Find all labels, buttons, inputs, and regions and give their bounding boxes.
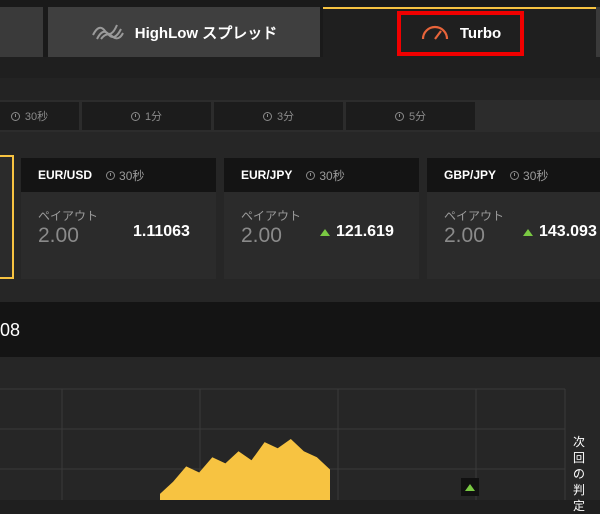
trend-up-icon [465, 483, 475, 491]
asset-expiry-label: 30秒 [523, 168, 549, 183]
speedometer-icon [420, 21, 450, 46]
selected-asset-card-partial[interactable] [0, 155, 14, 279]
asset-card-row: EUR/USD 30秒 ペイアウト 2.00 1.11063 EUR/JPY 3… [0, 132, 600, 302]
price-area-series [160, 439, 330, 500]
clock-icon [306, 170, 316, 180]
duration-label: 30秒 [24, 111, 49, 123]
clock-icon [262, 111, 272, 121]
tab-previous-stub[interactable] [0, 7, 43, 57]
asset-card-eurusd[interactable]: EUR/USD 30秒 ペイアウト 2.00 1.11063 [21, 158, 216, 279]
clock-icon [510, 170, 520, 180]
clock-icon [394, 111, 404, 121]
current-direction-badge [461, 478, 479, 496]
highlow-spread-icon [91, 19, 125, 46]
tab-next-stub[interactable] [596, 7, 600, 57]
asset-pair: GBP/JPY [444, 168, 497, 182]
duration-1m-button[interactable]: 1分 [82, 102, 211, 130]
duration-label: 5分 [408, 111, 427, 123]
tab-highlow-spread-label: HighLow スプレッド [134, 24, 278, 42]
next-judgement-label: 次回の判定 [572, 435, 585, 513]
price-chart[interactable] [0, 357, 600, 500]
asset-price-value: 121.619 [336, 223, 394, 240]
asset-price: 143.093 [523, 223, 597, 241]
asset-price: 1.11063 [133, 223, 190, 241]
asset-card-header: EUR/JPY 30秒 [224, 158, 419, 192]
asset-price-value: 1.11063 [133, 223, 190, 240]
payout-label: ペイアウト [38, 209, 99, 223]
toolbar-strip [0, 78, 600, 100]
duration-5m-button[interactable]: 5分 [346, 102, 475, 130]
clock-icon [106, 170, 116, 180]
price-chart-svg [0, 388, 566, 500]
asset-expiry: 30秒 [510, 167, 548, 184]
asset-card-gbpjpy[interactable]: GBP/JPY 30秒 ペイアウト 2.00 143.093 [427, 158, 600, 279]
tab-highlow-spread[interactable]: HighLow スプレッド [48, 7, 320, 57]
tab-turbo-highlight[interactable]: Turbo [397, 11, 524, 56]
payout-label: ペイアウト [444, 209, 505, 223]
clock-icon [130, 111, 140, 121]
chart-header: 08 [0, 302, 600, 357]
chart-rate-value: 08 [0, 320, 21, 340]
asset-price-value: 143.093 [539, 223, 597, 240]
asset-expiry-label: 30秒 [119, 168, 145, 183]
tab-turbo-label: Turbo [459, 25, 502, 42]
duration-30s-button[interactable]: 30秒 [0, 102, 79, 130]
payout-value: 2.00 [241, 224, 282, 247]
asset-expiry-label: 30秒 [319, 168, 345, 183]
duration-label: 1分 [144, 111, 163, 123]
duration-filter-row: 30秒 1分 3分 5分 [0, 100, 600, 132]
duration-3m-button[interactable]: 3分 [214, 102, 343, 130]
clock-icon [10, 111, 20, 121]
payout-value: 2.00 [38, 224, 79, 247]
payout-value: 2.00 [444, 224, 485, 247]
asset-expiry: 30秒 [106, 167, 144, 184]
trend-up-icon [320, 228, 330, 236]
duration-label: 3分 [276, 111, 295, 123]
payout-label: ペイアウト [241, 209, 302, 223]
asset-card-eurjpy[interactable]: EUR/JPY 30秒 ペイアウト 2.00 121.619 [224, 158, 419, 279]
asset-pair: EUR/JPY [241, 168, 293, 182]
asset-card-header: EUR/USD 30秒 [21, 158, 216, 192]
asset-price: 121.619 [320, 223, 394, 241]
asset-pair: EUR/USD [38, 168, 93, 182]
trend-up-icon [523, 228, 533, 236]
asset-expiry: 30秒 [306, 167, 345, 184]
asset-card-header: GBP/JPY 30秒 [427, 158, 600, 192]
